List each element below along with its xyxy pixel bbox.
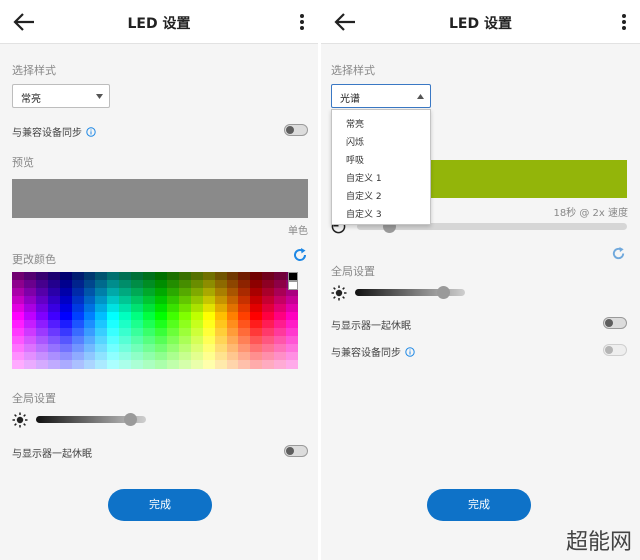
- page-title: LED 设置: [127, 16, 191, 32]
- color-picker-grid[interactable]: [12, 272, 299, 369]
- brightness-slider-thumb[interactable]: [437, 286, 450, 299]
- dropdown-option[interactable]: 常亮: [346, 117, 364, 130]
- sleep-toggle[interactable]: [284, 445, 308, 457]
- toggle-knob: [286, 126, 294, 134]
- dropdown-option[interactable]: 呼吸: [346, 153, 364, 166]
- sync-setting: 与兼容设备同步: [12, 124, 96, 139]
- app-bar: LED 设置: [321, 0, 640, 44]
- color-cell[interactable]: [155, 360, 168, 369]
- info-icon[interactable]: [405, 347, 415, 357]
- sync-label: 与兼容设备同步: [12, 128, 82, 139]
- toggle-knob: [605, 346, 613, 354]
- white-color-cell[interactable]: [288, 281, 298, 290]
- style-select-value: 常亮: [21, 94, 41, 105]
- style-section-label: 选择样式: [331, 64, 375, 77]
- style-select-value: 光谱: [340, 94, 360, 105]
- color-cell[interactable]: [59, 360, 73, 369]
- brightness-slider-thumb[interactable]: [123, 413, 137, 426]
- speed-caption: 18秒 @ 2x 速度: [553, 208, 628, 219]
- dropdown-option[interactable]: 自定义 1: [346, 171, 382, 184]
- color-cell[interactable]: [107, 360, 120, 369]
- color-cell[interactable]: [83, 360, 96, 369]
- app-bar: LED 设置: [0, 0, 318, 44]
- sync-setting: 与兼容设备同步: [331, 344, 415, 359]
- style-select[interactable]: 常亮: [12, 84, 110, 108]
- sync-toggle[interactable]: [284, 124, 308, 136]
- reset-icon[interactable]: [611, 246, 626, 261]
- sync-label: 与兼容设备同步: [331, 348, 401, 359]
- led-settings-panel-left: LED 设置 选择样式 常亮 与兼容设备同步 预览 单色 更改颜色 全局设置 与…: [0, 0, 318, 560]
- preview-caption: 单色: [288, 226, 308, 237]
- color-cell[interactable]: [190, 360, 204, 369]
- black-color-cell[interactable]: [288, 272, 298, 281]
- color-cell[interactable]: [23, 360, 37, 369]
- brightness-icon: [12, 412, 28, 428]
- sleep-label: 与显示器一起休眠: [331, 321, 411, 332]
- more-options-icon[interactable]: [618, 12, 630, 32]
- color-cell[interactable]: [35, 360, 49, 369]
- global-settings-label: 全局设置: [12, 392, 56, 405]
- dropdown-option[interactable]: 自定义 2: [346, 189, 382, 202]
- color-cell[interactable]: [214, 360, 227, 369]
- color-cell[interactable]: [262, 360, 275, 369]
- dropdown-arrow-icon: [96, 94, 103, 99]
- style-dropdown-menu: 常亮 闪烁 呼吸 自定义 1 自定义 2 自定义 3: [331, 109, 431, 225]
- watermark: 超能网: [565, 530, 632, 555]
- sleep-toggle[interactable]: [603, 317, 627, 329]
- color-cell[interactable]: [238, 360, 251, 369]
- dropdown-option[interactable]: 自定义 3: [346, 207, 382, 220]
- dropdown-arrow-up-icon: [417, 94, 424, 99]
- preview-swatch: [12, 179, 308, 218]
- color-cell[interactable]: [95, 360, 108, 369]
- color-cell[interactable]: [226, 360, 239, 369]
- color-cell[interactable]: [286, 360, 299, 369]
- color-cell[interactable]: [131, 360, 144, 369]
- color-cell[interactable]: [274, 360, 287, 369]
- style-select[interactable]: 光谱: [331, 84, 431, 108]
- color-cell[interactable]: [12, 360, 25, 369]
- style-section-label: 选择样式: [12, 64, 56, 77]
- color-cell[interactable]: [250, 360, 263, 369]
- more-options-icon[interactable]: [296, 12, 308, 32]
- global-settings-label: 全局设置: [331, 265, 375, 278]
- done-button[interactable]: 完成: [108, 489, 212, 521]
- color-cell[interactable]: [71, 360, 84, 369]
- reset-color-icon[interactable]: [292, 247, 308, 263]
- sleep-label: 与显示器一起休眠: [12, 449, 92, 460]
- sync-toggle[interactable]: [603, 344, 627, 356]
- dropdown-option[interactable]: 闪烁: [346, 135, 364, 148]
- toggle-knob: [605, 319, 613, 327]
- change-color-label: 更改颜色: [12, 253, 56, 266]
- done-button[interactable]: 完成: [427, 489, 531, 521]
- color-cell[interactable]: [202, 360, 216, 369]
- color-cell[interactable]: [178, 360, 192, 369]
- info-icon[interactable]: [86, 127, 96, 137]
- toggle-knob: [286, 447, 294, 455]
- preview-label: 预览: [12, 156, 34, 169]
- color-cell[interactable]: [166, 360, 180, 369]
- color-cell[interactable]: [47, 360, 61, 369]
- brightness-icon: [331, 285, 347, 301]
- color-cell[interactable]: [119, 360, 132, 369]
- color-cell[interactable]: [143, 360, 156, 369]
- page-title: LED 设置: [449, 16, 512, 32]
